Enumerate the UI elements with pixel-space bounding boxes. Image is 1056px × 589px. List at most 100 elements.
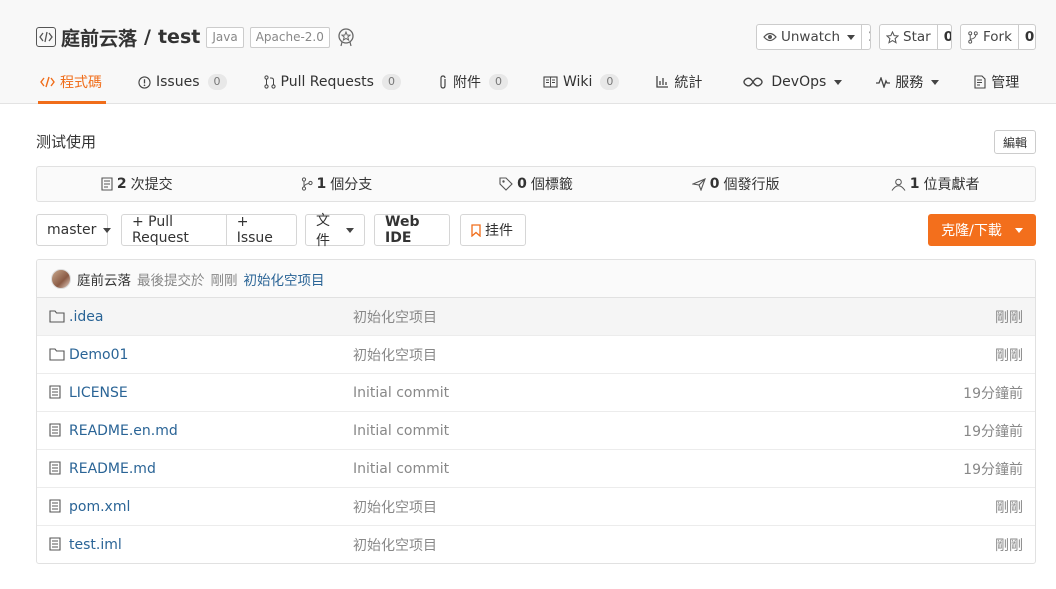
stat-count: 0 xyxy=(517,176,527,192)
bar-chart-icon xyxy=(656,76,669,88)
file-commit-time: 19分鐘前 xyxy=(963,423,1023,440)
repo-header: 庭前云落 / test Java Apache-2.0 Unwatch 1 St… xyxy=(0,0,1056,104)
repo-stats-bar: 2 次提交 1 個分支 0 個標籤 0 個發行版 1 位貢獻者 xyxy=(36,166,1036,202)
tab-label: DevOps xyxy=(771,74,827,90)
file-commit-time: 19分鐘前 xyxy=(963,461,1023,478)
table-row[interactable]: LICENSE Initial commit 19分鐘前 xyxy=(37,374,1035,412)
chevron-down-icon xyxy=(847,34,856,40)
tab-wiki[interactable]: Wiki 0 xyxy=(543,64,620,100)
fork-icon xyxy=(967,30,979,44)
file-commit-message[interactable]: 初始化空项目 xyxy=(353,307,437,327)
edit-description-button[interactable]: 編輯 xyxy=(994,130,1036,154)
stat-releases[interactable]: 0 個發行版 xyxy=(636,167,836,201)
fork-count[interactable]: 0 xyxy=(1017,25,1035,49)
watch-button[interactable]: Unwatch 1 xyxy=(756,24,871,50)
stat-label: 位貢獻者 xyxy=(923,177,980,193)
file-name-link[interactable]: .idea xyxy=(69,309,103,325)
stat-label: 個發行版 xyxy=(723,177,780,193)
watch-count[interactable]: 1 xyxy=(861,25,870,49)
star-label: Star xyxy=(903,29,931,45)
contributors-icon xyxy=(891,178,906,191)
repo-title: 庭前云落 / test Java Apache-2.0 xyxy=(36,22,356,52)
file-icon xyxy=(49,537,61,551)
star-icon xyxy=(886,30,899,44)
file-name-link[interactable]: README.md xyxy=(69,461,156,477)
tab-services[interactable]: 服務 xyxy=(876,64,940,100)
recommend-badge-icon[interactable] xyxy=(336,27,356,47)
new-pull-request-button[interactable]: + Pull Request xyxy=(122,214,226,246)
book-icon xyxy=(543,76,558,88)
code-icon xyxy=(40,76,55,88)
chevron-down-icon xyxy=(346,227,354,233)
commit-message[interactable]: 初始化空项目 xyxy=(244,269,325,289)
star-button[interactable]: Star 0 xyxy=(879,24,952,50)
repo-owner-link[interactable]: 庭前云落 xyxy=(61,24,137,51)
branch-icon xyxy=(301,177,313,191)
eye-icon xyxy=(763,32,777,42)
file-commit-message[interactable]: 初始化空项目 xyxy=(353,497,437,517)
file-commit-message[interactable]: Initial commit xyxy=(353,385,449,401)
tab-devops[interactable]: DevOps xyxy=(743,64,843,100)
tab-stats[interactable]: 統計 xyxy=(656,64,702,100)
file-name-link[interactable]: LICENSE xyxy=(69,385,128,401)
stat-contributors[interactable]: 1 位貢獻者 xyxy=(835,167,1035,201)
chevron-down-icon xyxy=(103,227,112,233)
tab-code[interactable]: 程式碼 xyxy=(38,64,106,104)
tab-pull-requests[interactable]: Pull Requests 0 xyxy=(263,64,401,100)
widget-button[interactable]: 挂件 xyxy=(460,214,526,246)
repo-name-link[interactable]: test xyxy=(158,26,200,48)
tab-issues[interactable]: Issues 0 xyxy=(138,64,227,100)
file-icon xyxy=(49,461,61,475)
pulse-icon xyxy=(876,76,891,88)
avatar[interactable] xyxy=(51,268,71,289)
stat-count: 1 xyxy=(909,176,920,192)
file-commit-time: 剛剛 xyxy=(995,347,1023,364)
stat-commits[interactable]: 2 次提交 xyxy=(37,167,237,201)
tab-manage[interactable]: 管理 xyxy=(974,64,1019,100)
code-repo-icon xyxy=(36,27,56,47)
tab-attachments[interactable]: 附件 0 xyxy=(438,64,508,100)
license-tag[interactable]: Apache-2.0 xyxy=(249,26,330,48)
file-name-link[interactable]: README.en.md xyxy=(69,423,178,439)
file-commit-message[interactable]: 初始化空项目 xyxy=(353,345,437,365)
table-row[interactable]: .idea 初始化空项目 剛剛 xyxy=(37,298,1035,336)
table-row[interactable]: pom.xml 初始化空项目 剛剛 xyxy=(37,488,1035,526)
stat-count: 2 xyxy=(116,176,127,192)
stat-branches[interactable]: 1 個分支 xyxy=(237,167,437,201)
clone-download-button[interactable]: 克隆/下載 xyxy=(928,214,1036,246)
repo-tabs: 程式碼 Issues 0 Pull Requests 0 附件 0 Wiki 0… xyxy=(36,64,1019,104)
file-commit-message[interactable]: 初始化空项目 xyxy=(353,535,437,555)
chevron-down-icon xyxy=(1014,227,1023,233)
table-row[interactable]: README.md Initial commit 19分鐘前 xyxy=(37,450,1035,488)
file-commit-message[interactable]: Initial commit xyxy=(353,423,449,439)
file-menu-button[interactable]: 文件 xyxy=(305,213,365,249)
web-ide-button[interactable]: Web IDE xyxy=(374,214,450,246)
stat-tags[interactable]: 0 個標籤 xyxy=(436,167,636,201)
commit-author[interactable]: 庭前云落 xyxy=(77,269,131,289)
file-commit-time: 剛剛 xyxy=(995,309,1023,326)
file-commit-message[interactable]: Initial commit xyxy=(353,461,449,477)
branch-select[interactable]: master xyxy=(36,214,112,246)
stat-label: 次提交 xyxy=(130,177,173,193)
table-row[interactable]: README.en.md Initial commit 19分鐘前 xyxy=(37,412,1035,450)
infinity-icon xyxy=(743,77,764,87)
send-icon xyxy=(691,177,706,191)
stat-label: 個標籤 xyxy=(530,177,573,193)
language-tag[interactable]: Java xyxy=(206,26,244,48)
new-issue-button[interactable]: + Issue xyxy=(225,214,296,246)
table-row[interactable]: Demo01 初始化空项目 剛剛 xyxy=(37,336,1035,374)
star-count[interactable]: 0 xyxy=(936,25,951,49)
file-commit-time: 剛剛 xyxy=(995,499,1023,516)
file-icon xyxy=(49,423,61,437)
fork-button[interactable]: Fork 0 xyxy=(960,24,1036,50)
file-icon xyxy=(49,385,61,399)
fork-label: Fork xyxy=(983,29,1012,45)
file-name-link[interactable]: pom.xml xyxy=(69,499,130,515)
table-row[interactable]: test.iml 初始化空项目 剛剛 xyxy=(37,526,1035,563)
file-name-link[interactable]: test.iml xyxy=(69,537,122,553)
new-issue-label: + Issue xyxy=(236,214,273,246)
tab-label: 程式碼 xyxy=(60,75,102,91)
settings-doc-icon xyxy=(974,75,986,89)
issue-icon xyxy=(138,75,151,89)
file-name-link[interactable]: Demo01 xyxy=(69,347,128,363)
